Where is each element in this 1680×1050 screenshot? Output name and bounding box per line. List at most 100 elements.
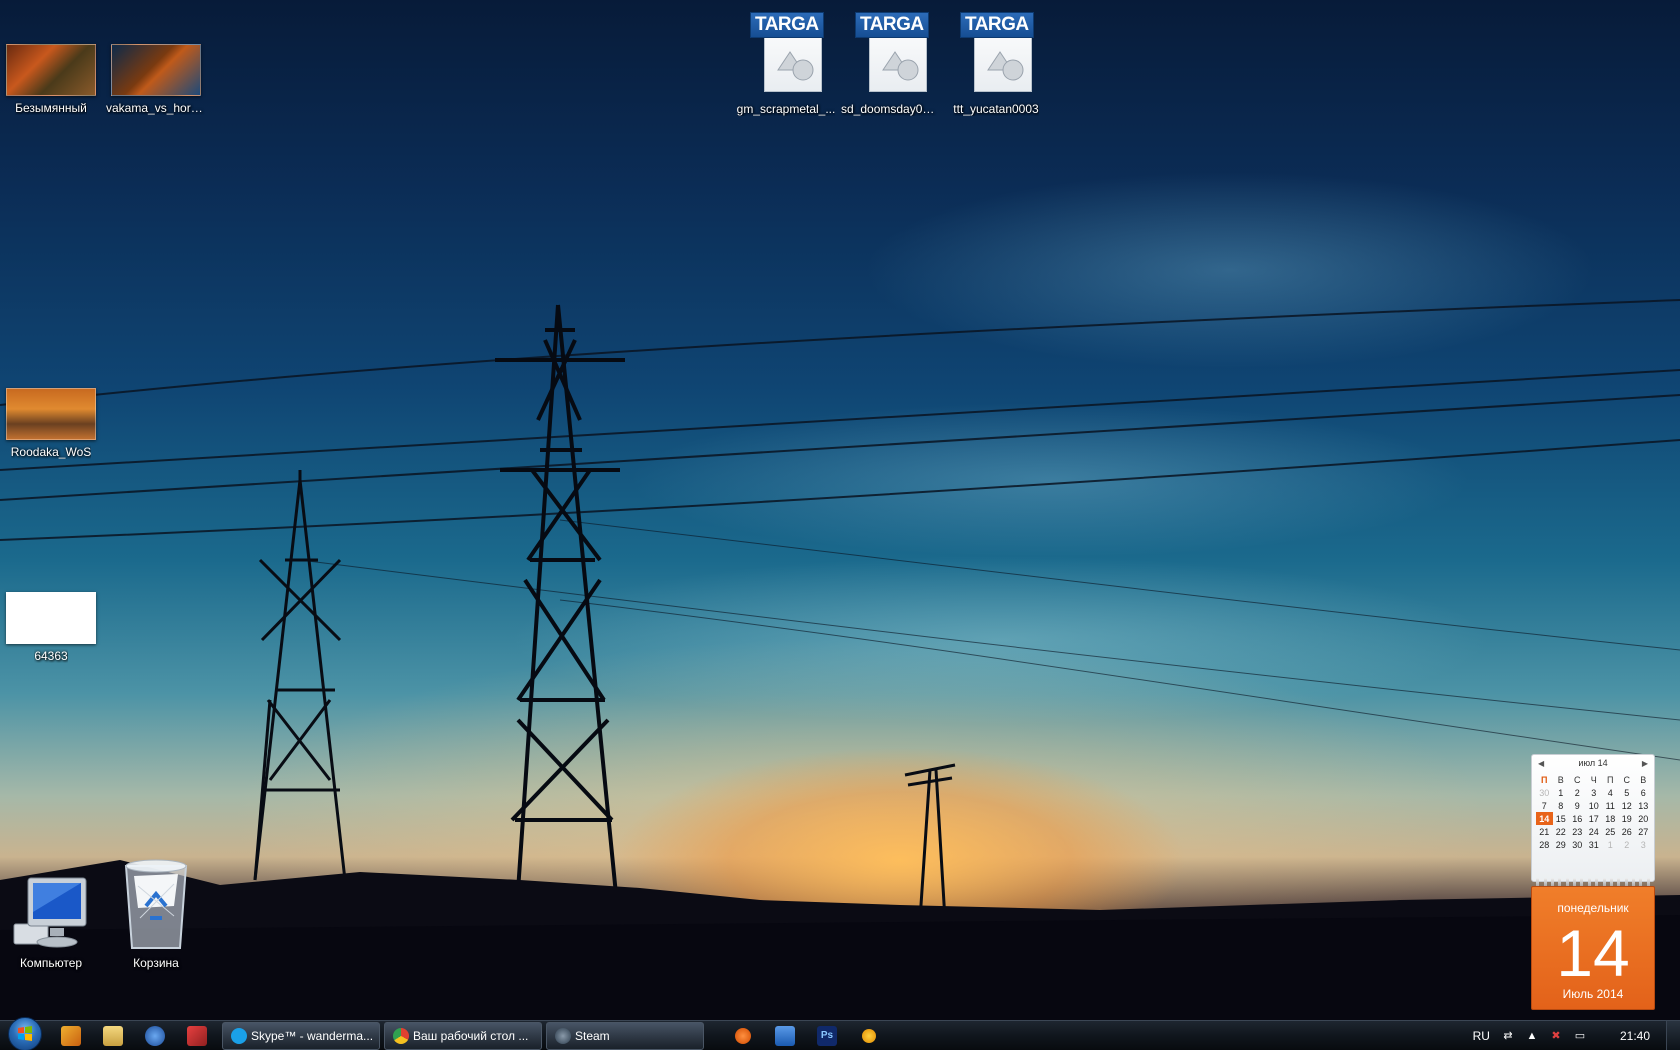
desktop-icon-label: 64363 <box>34 649 68 663</box>
desktop-file-label: gm_scrapmetal_... <box>736 102 836 116</box>
desktop-file-label: sd_doomsday0001 <box>841 102 941 116</box>
calendar-month-view: ◀ июл 14 ▶ П В С Ч П С В 30 1 2 3 4 5 6 <box>1531 754 1655 882</box>
taskbar-pin-avast[interactable] <box>848 1021 890 1050</box>
desktop-icon-recycle-bin[interactable]: Корзина <box>106 856 206 970</box>
desktop-icon-vakama[interactable]: vakama_vs_hord... <box>106 44 206 115</box>
desktop-file-targa[interactable]: TARGA gm_scrapmetal_... <box>736 6 836 116</box>
calendar-day[interactable]: 31 <box>1586 838 1603 851</box>
calendar-day[interactable]: 17 <box>1586 812 1603 825</box>
calendar-day[interactable]: 21 <box>1536 825 1553 838</box>
calendar-day[interactable]: 15 <box>1553 812 1570 825</box>
weekday-header: С <box>1623 774 1631 785</box>
taskbar-task-skype[interactable]: Skype™ - wanderma... <box>222 1021 380 1050</box>
calendar-day[interactable]: 1 <box>1553 786 1570 799</box>
calendar-day[interactable]: 1 <box>1602 838 1619 851</box>
desktop-file-targa[interactable]: TARGA ttt_yucatan0003 <box>946 6 1046 116</box>
calendar-day[interactable]: 18 <box>1602 812 1619 825</box>
calendar-day[interactable]: 16 <box>1569 812 1586 825</box>
windows-logo-icon <box>8 1016 42 1050</box>
weekday-header: С <box>1574 774 1581 785</box>
calendar-day[interactable]: 30 <box>1569 838 1586 851</box>
prev-month-icon[interactable]: ◀ <box>1538 759 1544 768</box>
image-thumbnail-icon <box>6 388 96 440</box>
taskbar: Skype™ - wanderma... Ваш рабочий стол ..… <box>0 1016 1680 1050</box>
desktop-icon-roodaka[interactable]: Roodaka_WoS <box>1 388 101 459</box>
weekday-header: Ч <box>1590 774 1597 785</box>
desktop-icon-bezymyanny[interactable]: Безымянный <box>1 44 101 115</box>
weekday-header: П <box>1541 774 1548 785</box>
skype-icon <box>231 1027 247 1044</box>
calendar-day-today[interactable]: 14 <box>1536 812 1553 825</box>
calendar-day[interactable]: 26 <box>1619 825 1636 838</box>
calendar-day[interactable]: 22 <box>1553 825 1570 838</box>
outlook-icon <box>775 1025 795 1046</box>
taskbar-pin-crossover[interactable] <box>176 1021 218 1050</box>
calendar-day[interactable]: 30 <box>1536 786 1553 799</box>
calendar-day[interactable]: 25 <box>1602 825 1619 838</box>
calendar-day[interactable]: 12 <box>1619 799 1636 812</box>
show-desktop-button[interactable] <box>1666 1020 1680 1050</box>
targa-badge: TARGA <box>750 12 824 38</box>
taskbar-pin-photoshop[interactable]: Ps <box>806 1021 848 1050</box>
keyboard-layout-icon[interactable]: ⇄ <box>1500 1028 1516 1044</box>
language-indicator[interactable]: RU <box>1473 1029 1490 1043</box>
origin-icon <box>735 1027 751 1044</box>
crossover-icon <box>187 1025 207 1046</box>
calendar-day[interactable]: 8 <box>1553 799 1570 812</box>
image-thumbnail-icon <box>6 592 96 644</box>
calendar-day[interactable]: 6 <box>1635 786 1652 799</box>
start-button[interactable] <box>0 1016 50 1050</box>
desktop-file-label: ttt_yucatan0003 <box>953 102 1039 116</box>
targa-badge: TARGA <box>855 12 929 38</box>
calendar-weekday: понедельник <box>1557 901 1629 915</box>
calendar-day[interactable]: 7 <box>1536 799 1553 812</box>
desktop-icon-label: vakama_vs_hord... <box>106 101 206 115</box>
thunderbird-icon <box>145 1025 165 1046</box>
calendar-day[interactable]: 23 <box>1569 825 1586 838</box>
calendar-day[interactable]: 10 <box>1586 799 1603 812</box>
calendar-day[interactable]: 2 <box>1569 786 1586 799</box>
taskbar-task-steam[interactable]: Steam <box>546 1021 704 1050</box>
calendar-day[interactable]: 3 <box>1635 838 1652 851</box>
desktop-icon-64363[interactable]: 64363 <box>1 592 101 663</box>
weekday-header: В <box>1557 774 1564 785</box>
calendar-day[interactable]: 19 <box>1619 812 1636 825</box>
recycle-bin-icon <box>124 859 188 949</box>
taskbar-pin-media-player[interactable] <box>50 1021 92 1050</box>
desktop-file-targa[interactable]: TARGA sd_doomsday0001 <box>841 6 941 116</box>
calendar-day[interactable]: 9 <box>1569 799 1586 812</box>
next-month-icon[interactable]: ▶ <box>1642 759 1648 768</box>
calendar-day[interactable]: 27 <box>1635 825 1652 838</box>
calendar-day[interactable]: 28 <box>1536 838 1553 851</box>
calendar-day[interactable]: 20 <box>1635 812 1652 825</box>
taskbar-pin-thunderbird[interactable] <box>134 1021 176 1050</box>
taskbar-pin-explorer[interactable] <box>92 1021 134 1050</box>
show-hidden-icons-icon[interactable]: ▲ <box>1524 1028 1540 1044</box>
desktop-icon-label: Компьютер <box>19 956 83 970</box>
calendar-day[interactable]: 3 <box>1586 786 1603 799</box>
action-center-icon[interactable]: ▭ <box>1572 1028 1588 1044</box>
calendar-day[interactable]: 2 <box>1619 838 1636 851</box>
calendar-gadget[interactable]: ◀ июл 14 ▶ П В С Ч П С В 30 1 2 3 4 5 6 <box>1531 754 1655 1010</box>
taskbar-pin-outlook[interactable] <box>764 1021 806 1050</box>
calendar-day[interactable]: 5 <box>1619 786 1636 799</box>
chrome-icon <box>393 1027 409 1044</box>
calendar-day[interactable]: 29 <box>1553 838 1570 851</box>
taskbar-task-label: Ваш рабочий стол ... <box>413 1028 529 1043</box>
targa-badge: TARGA <box>960 12 1034 38</box>
taskbar-task-chrome[interactable]: Ваш рабочий стол ... <box>384 1021 542 1050</box>
taskbar-pin-origin[interactable] <box>722 1021 764 1050</box>
computer-icon <box>13 877 87 948</box>
taskbar-task-label: Steam <box>575 1028 610 1043</box>
network-error-icon[interactable]: ✖ <box>1548 1028 1564 1044</box>
calendar-day[interactable]: 4 <box>1602 786 1619 799</box>
calendar-day[interactable]: 11 <box>1602 799 1619 812</box>
calendar-day[interactable]: 13 <box>1635 799 1652 812</box>
image-thumbnail-icon <box>111 44 201 96</box>
calendar-day[interactable]: 24 <box>1586 825 1603 838</box>
desktop-icon-computer[interactable]: Компьютер <box>1 872 101 970</box>
clock[interactable]: 21:40 <box>1620 1029 1650 1043</box>
targa-file-icon: TARGA <box>750 6 824 96</box>
taskbar-task-label: Skype™ - wanderma... <box>251 1028 374 1043</box>
avast-icon <box>862 1028 876 1043</box>
